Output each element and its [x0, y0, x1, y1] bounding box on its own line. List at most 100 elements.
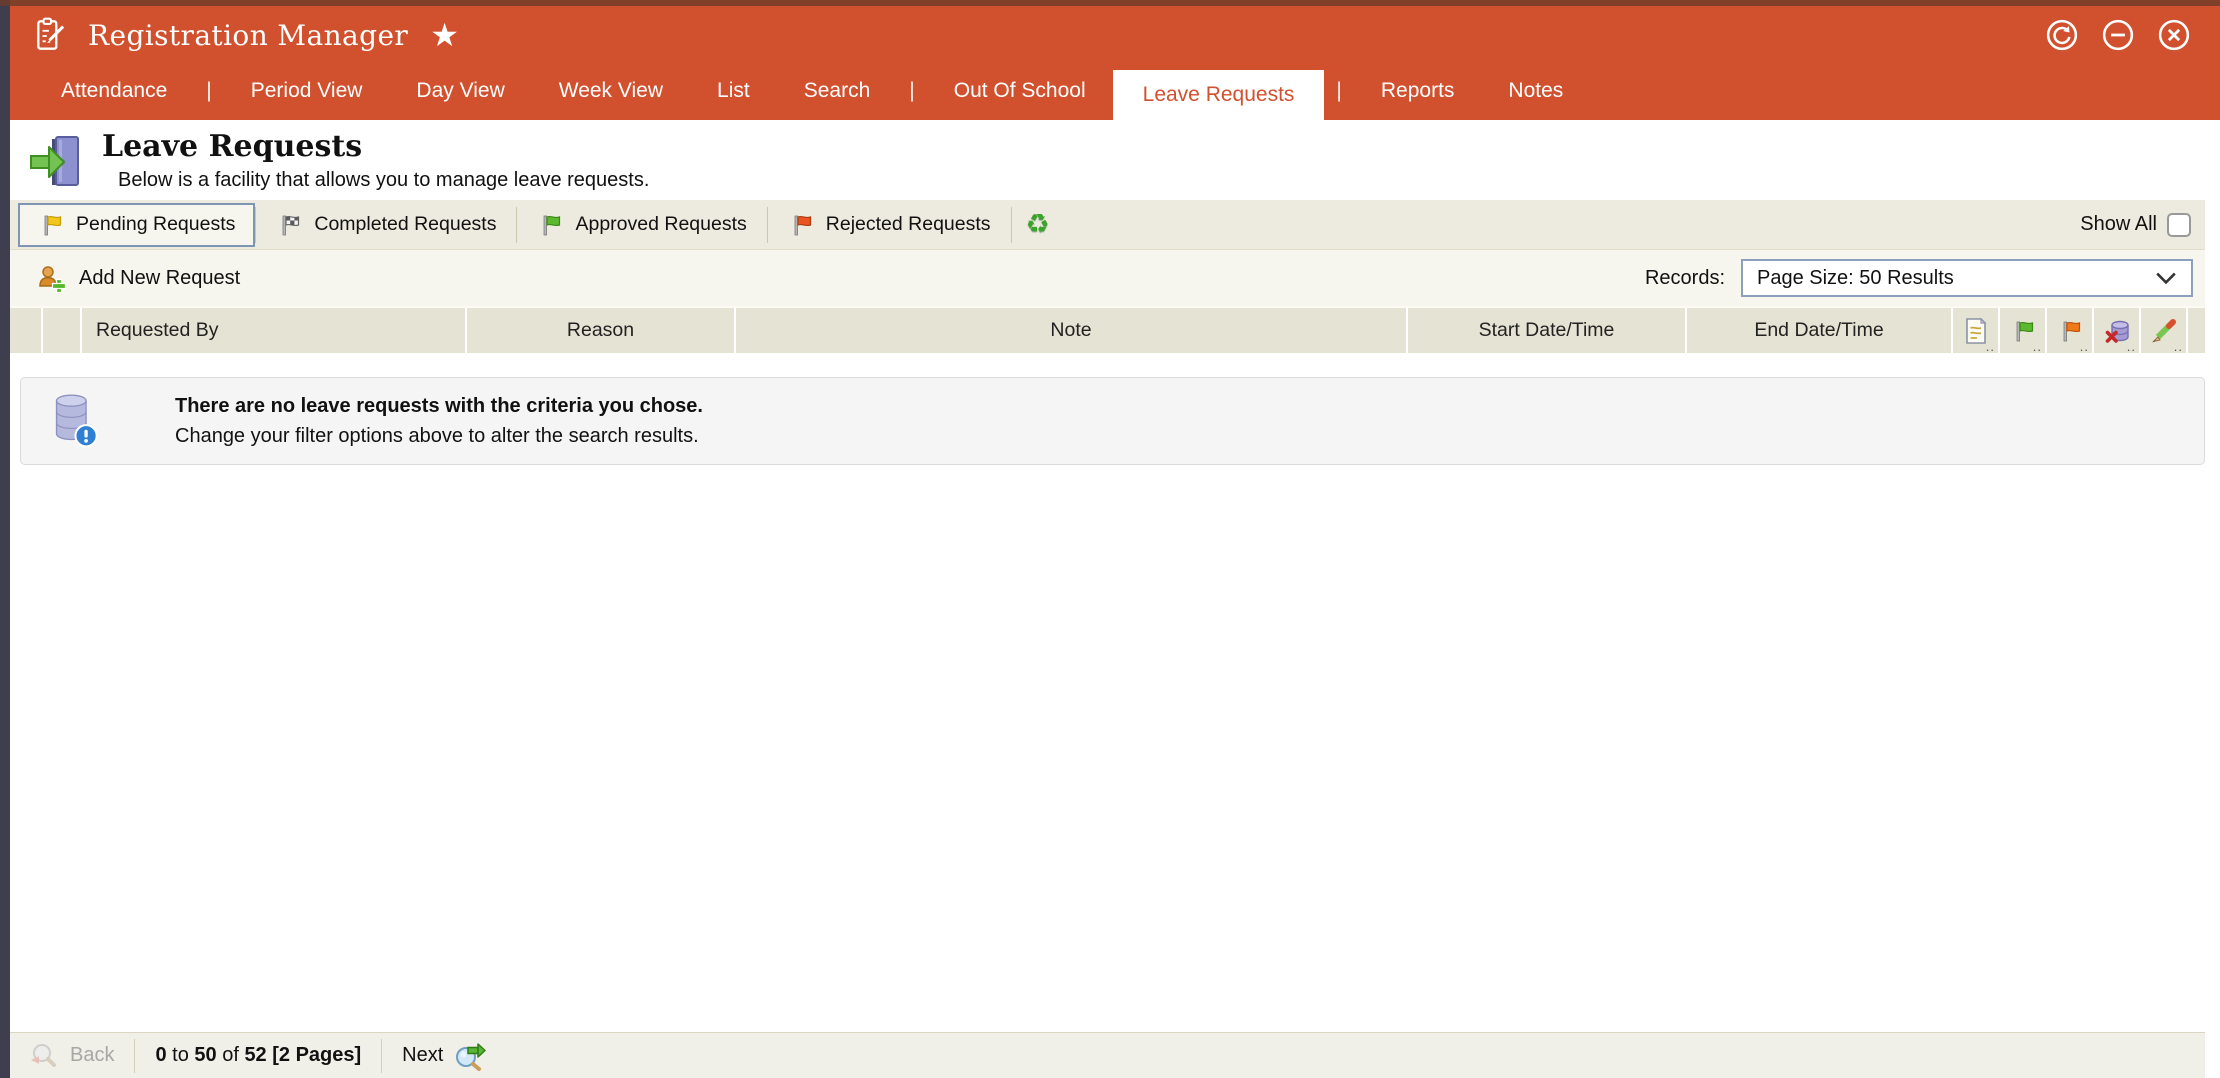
page-size-select[interactable]: Page Size: 50 Results	[1741, 259, 2193, 297]
nav-leave-requests[interactable]: Leave Requests	[1113, 70, 1325, 120]
nav-list[interactable]: List	[690, 62, 777, 120]
next-icon	[453, 1041, 487, 1071]
range-text: of	[217, 1044, 245, 1066]
nav-out-of-school[interactable]: Out Of School	[927, 62, 1113, 120]
favorite-star-icon[interactable]: ★	[430, 19, 459, 51]
column-header-edit[interactable]: ..	[2141, 308, 2188, 353]
database-info-icon	[51, 392, 99, 450]
close-icon[interactable]	[2158, 19, 2190, 51]
tab-approved-requests[interactable]: Approved Requests	[517, 200, 766, 250]
column-header-blank	[43, 308, 82, 353]
chevron-down-icon	[2155, 271, 2177, 285]
column-header-reason: Reason	[467, 308, 736, 353]
add-new-request-label: Add New Request	[79, 267, 240, 290]
app-title: Registration Manager	[88, 19, 408, 52]
green-flag-icon	[537, 212, 563, 238]
nav-separator: |	[1324, 62, 1353, 120]
records-label: Records:	[1645, 267, 1725, 290]
tab-label: Pending Requests	[76, 213, 235, 236]
column-header-delete[interactable]: ..	[2094, 308, 2141, 353]
column-header-end-date: End Date/Time	[1687, 308, 1953, 353]
title-bar: Registration Manager ★	[10, 0, 2220, 62]
tab-label: Completed Requests	[314, 213, 496, 236]
green-flag-icon	[2010, 318, 2036, 344]
add-user-icon	[36, 263, 66, 293]
column-header-reject-flag[interactable]: ..	[2047, 308, 2094, 353]
column-resize-dots: ..	[2080, 343, 2089, 351]
empty-state-box: There are no leave requests with the cri…	[20, 377, 2205, 465]
range-end: 50	[194, 1044, 216, 1066]
result-range: 0 to 50 of 52 [2 Pages]	[155, 1044, 361, 1067]
nav-reports[interactable]: Reports	[1354, 62, 1482, 120]
window-top-edge	[0, 0, 2220, 6]
tab-label: Approved Requests	[575, 213, 746, 236]
empty-state-title: There are no leave requests with the cri…	[175, 391, 703, 421]
orange-flag-icon	[2057, 318, 2083, 344]
table-header: Requested By Reason Note Start Date/Time…	[10, 306, 2205, 353]
leave-door-icon	[28, 132, 88, 192]
pagination-bar: Back 0 to 50 of 52 [2 Pages] Next	[10, 1032, 2205, 1078]
nav-search[interactable]: Search	[777, 62, 898, 120]
column-resize-dots: ..	[1986, 343, 1995, 351]
refresh-icon[interactable]	[2046, 19, 2078, 51]
column-header-filler	[2188, 308, 2205, 353]
column-header-note: Note	[736, 308, 1408, 353]
filter-bar: Pending Requests Completed Requests	[10, 200, 2205, 250]
page-subtitle: Below is a facility that allows you to m…	[118, 168, 649, 192]
range-pages: [2 Pages]	[267, 1044, 361, 1066]
red-flag-icon	[788, 212, 814, 238]
back-icon	[28, 1041, 60, 1071]
next-label: Next	[402, 1044, 443, 1067]
next-button[interactable]: Next	[402, 1041, 487, 1071]
back-button[interactable]: Back	[28, 1041, 114, 1071]
nav-notes[interactable]: Notes	[1481, 62, 1590, 120]
window-controls	[2046, 19, 2190, 51]
nav-separator: |	[897, 62, 926, 120]
empty-state-text: There are no leave requests with the cri…	[175, 391, 703, 451]
column-header-approve-flag[interactable]: ..	[2000, 308, 2047, 353]
tab-label: Rejected Requests	[826, 213, 991, 236]
pager-divider	[381, 1039, 382, 1073]
show-all-control: Show All	[2080, 213, 2195, 237]
page-heading-text: Leave Requests Below is a facility that …	[102, 130, 649, 200]
clipboard-pencil-icon	[32, 16, 70, 54]
minimize-icon[interactable]	[2102, 19, 2134, 51]
recycle-icon[interactable]: ♻	[1026, 209, 1050, 240]
registration-manager-window: Registration Manager ★	[0, 0, 2220, 1078]
window-left-edge	[0, 0, 10, 1078]
app-header: Registration Manager ★	[10, 0, 2220, 120]
main-nav: Attendance | Period View Day View Week V…	[10, 62, 2220, 120]
add-new-request-button[interactable]: Add New Request	[36, 263, 240, 293]
page-title: Leave Requests	[102, 130, 649, 164]
main-column: Registration Manager ★	[10, 0, 2220, 1078]
range-start: 0	[155, 1044, 166, 1066]
nav-separator: |	[194, 62, 223, 120]
back-label: Back	[70, 1044, 114, 1067]
page-size-value: Page Size: 50 Results	[1757, 267, 1954, 290]
column-resize-dots: ..	[2174, 343, 2183, 351]
nav-day-view[interactable]: Day View	[389, 62, 531, 120]
nav-week-view[interactable]: Week View	[532, 62, 690, 120]
yellow-flag-icon	[38, 212, 64, 238]
empty-state-subtitle: Change your filter options above to alte…	[175, 421, 703, 451]
column-resize-dots: ..	[2033, 343, 2042, 351]
column-header-blank	[10, 308, 43, 353]
tab-rejected-requests[interactable]: Rejected Requests	[768, 200, 1011, 250]
pager-divider	[134, 1039, 135, 1073]
content-whitespace	[10, 465, 2220, 1032]
range-total: 52	[244, 1044, 266, 1066]
tab-completed-requests[interactable]: Completed Requests	[256, 200, 516, 250]
tab-pending-requests[interactable]: Pending Requests	[18, 203, 255, 247]
checkered-flag-icon	[276, 212, 302, 238]
column-resize-dots: ..	[2127, 343, 2136, 351]
nav-attendance[interactable]: Attendance	[34, 62, 194, 120]
column-header-note-icon[interactable]: ..	[1953, 308, 2000, 353]
column-header-requested-by: Requested By	[82, 308, 467, 353]
note-icon	[1964, 317, 1988, 345]
page-heading: Leave Requests Below is a facility that …	[10, 120, 2220, 200]
results-area: There are no leave requests with the cri…	[20, 377, 2205, 465]
column-header-start-date: Start Date/Time	[1408, 308, 1687, 353]
nav-period-view[interactable]: Period View	[224, 62, 390, 120]
show-all-checkbox[interactable]	[2167, 213, 2191, 237]
range-text: to	[167, 1044, 195, 1066]
